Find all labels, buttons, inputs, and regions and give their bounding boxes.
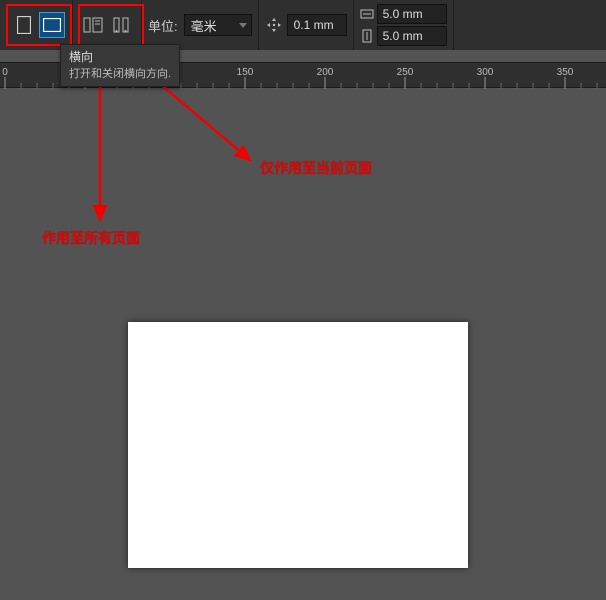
tooltip-desc: 打开和关闭横向方向. <box>69 67 171 82</box>
apply-all-icon <box>111 16 131 34</box>
landscape-icon <box>43 18 61 32</box>
apply-current-icon <box>83 16 103 34</box>
units-value: 毫米 <box>191 16 217 35</box>
apply-current-button[interactable] <box>80 12 106 38</box>
units-label: 单位: <box>148 16 178 35</box>
portrait-icon <box>17 16 31 34</box>
nudge-input[interactable]: 0.1 mm <box>287 14 347 36</box>
svg-text:200: 200 <box>317 67 334 78</box>
nudge-group: 0.1 mm <box>259 0 354 50</box>
svg-text:350: 350 <box>557 67 574 78</box>
landscape-button[interactable] <box>39 12 65 38</box>
apply-scope-group <box>73 0 142 50</box>
nudge-icon <box>265 16 283 34</box>
units-select[interactable]: 毫米 <box>184 14 252 36</box>
width-value: 5.0 mm <box>383 7 423 21</box>
portrait-button[interactable] <box>11 12 37 38</box>
annotation-current-page: 仅作用至当前页面 <box>260 158 372 178</box>
svg-text:0: 0 <box>2 67 8 78</box>
height-input[interactable]: 5.0 mm <box>377 26 447 46</box>
svg-text:250: 250 <box>397 67 414 78</box>
apply-all-button[interactable] <box>108 12 134 38</box>
dimension-group: 5.0 mm 5.0 mm <box>354 0 454 50</box>
orientation-group <box>0 0 73 50</box>
units-group: 单位: 毫米 <box>142 0 259 50</box>
dropdown-triangle-icon <box>239 23 247 28</box>
nudge-value: 0.1 mm <box>294 18 334 32</box>
width-input[interactable]: 5.0 mm <box>377 4 447 24</box>
svg-text:150: 150 <box>237 67 254 78</box>
tooltip: 横向 打开和关闭横向方向. <box>60 44 180 87</box>
height-value: 5.0 mm <box>383 29 423 43</box>
document-page[interactable] <box>128 322 468 568</box>
height-icon <box>360 29 374 43</box>
annotation-all-pages: 作用至所有页面 <box>42 228 140 248</box>
tooltip-title: 横向 <box>69 49 171 66</box>
width-icon <box>360 7 374 21</box>
svg-text:300: 300 <box>477 67 494 78</box>
toolbar: 单位: 毫米 0.1 mm 5.0 mm <box>0 0 606 50</box>
